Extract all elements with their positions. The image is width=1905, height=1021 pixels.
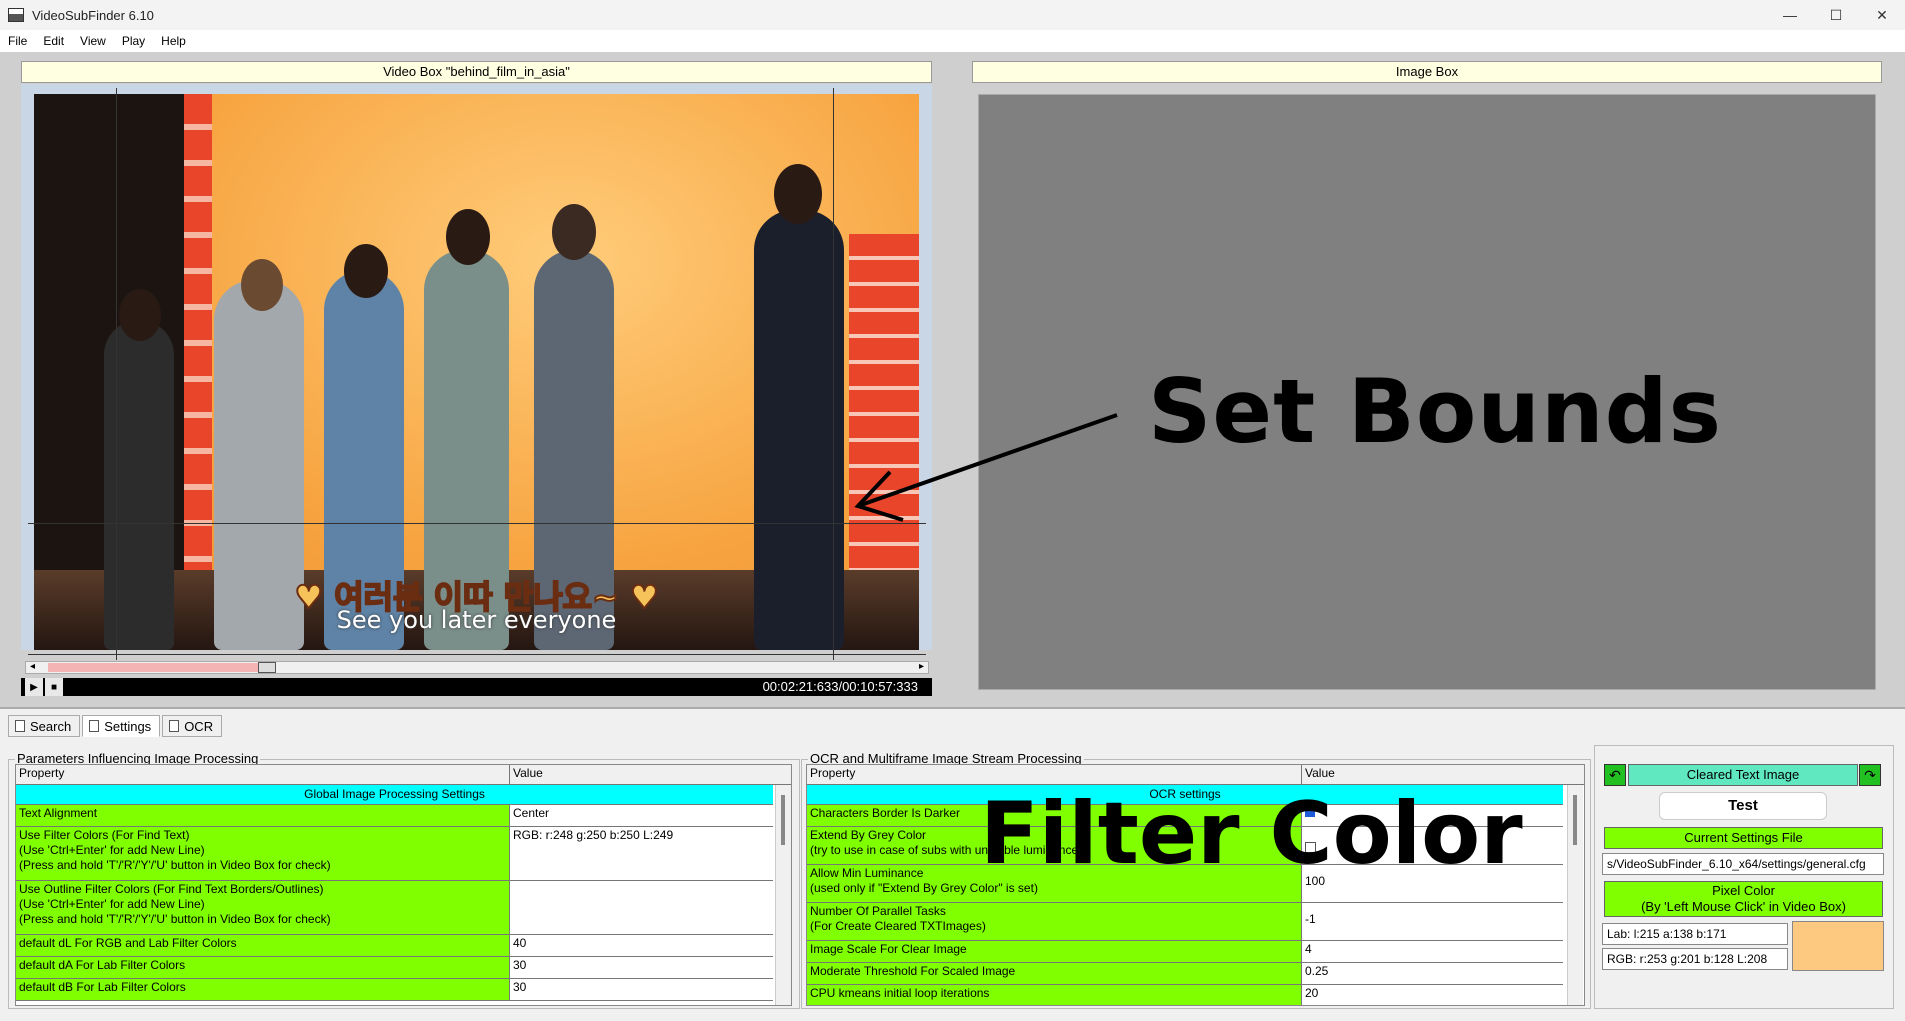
undo-icon[interactable]: ↶ <box>1604 764 1626 786</box>
current-settings-file-label: Current Settings File <box>1604 827 1883 849</box>
property-value[interactable]: Center <box>510 805 773 826</box>
performer-4-head <box>446 209 490 265</box>
close-button[interactable]: ✕ <box>1859 0 1905 30</box>
tab-settings[interactable]: Settings <box>82 715 161 737</box>
stop-icon[interactable]: ■ <box>45 678 63 696</box>
image-box-title: Image Box <box>972 61 1882 83</box>
document-icon <box>89 720 100 732</box>
grid-scroll-thumb[interactable] <box>1573 795 1577 845</box>
document-icon <box>15 720 25 732</box>
grid-header-value: Value <box>510 765 791 784</box>
video-seek-bar[interactable]: ◂ ▸ <box>25 661 929 674</box>
playback-bar: ▶ ■ 00:02:21:633/00:10:57:333 <box>21 678 932 696</box>
filter-colors-value[interactable]: RGB: r:248 g:250 b:250 L:249 <box>510 827 773 880</box>
lab-value-field[interactable]: Lab: l:215 a:138 b:171 <box>1602 923 1788 945</box>
property-value[interactable]: 0.25 <box>1302 963 1563 984</box>
property-value[interactable]: -1 <box>1302 903 1563 940</box>
settings-file-path[interactable]: s/VideoSubFinder_6.10_x64/settings/gener… <box>1602 853 1884 875</box>
maximize-button[interactable]: ☐ <box>1813 0 1859 30</box>
pixel-color-label: Pixel Color (By 'Left Mouse Click' in Vi… <box>1604 881 1883 917</box>
grid-header-property: Property <box>807 765 1302 784</box>
property-value[interactable]: 20 <box>1302 985 1563 1005</box>
tab-ocr-label: OCR <box>184 718 214 734</box>
property-label: default dB For Lab Filter Colors <box>16 979 510 1000</box>
performer-1-head <box>119 289 161 341</box>
minimize-button[interactable]: — <box>1767 0 1813 30</box>
test-button[interactable]: Test <box>1659 792 1827 820</box>
seek-left-arrow-icon[interactable]: ◂ <box>30 661 35 672</box>
seek-progress <box>48 663 258 672</box>
image-processing-grid: Property Value Global Image Processing S… <box>15 764 792 1006</box>
pixel-color-swatch <box>1792 921 1884 971</box>
property-value[interactable]: 40 <box>510 935 773 956</box>
property-label: Number Of Parallel Tasks (For Create Cle… <box>807 903 1302 940</box>
grid-scroll-thumb[interactable] <box>781 795 785 845</box>
performer-6-head <box>774 164 822 224</box>
performer-2-head <box>241 259 283 311</box>
seek-right-arrow-icon[interactable]: ▸ <box>919 661 924 672</box>
outline-filter-colors-value[interactable] <box>510 881 773 934</box>
grid-header-value: Value <box>1302 765 1584 784</box>
bound-right-handle[interactable] <box>833 88 834 660</box>
performer-5-head <box>552 204 596 260</box>
time-display: 00:02:21:633/00:10:57:333 <box>762 679 918 694</box>
cleared-text-image-button[interactable]: Cleared Text Image <box>1628 764 1858 786</box>
rgb-value-field[interactable]: RGB: r:253 g:201 b:128 L:208 <box>1602 948 1788 970</box>
performer-3-head <box>344 244 388 298</box>
tab-ocr[interactable]: OCR <box>162 715 223 737</box>
property-value[interactable]: 4 <box>1302 941 1563 962</box>
property-label: default dL For RGB and Lab Filter Colors <box>16 935 510 956</box>
property-label: default dA For Lab Filter Colors <box>16 957 510 978</box>
filter-color-annotation: Filter Color <box>980 784 1523 884</box>
document-icon <box>169 720 180 732</box>
grid-header-property: Property <box>16 765 510 784</box>
subtitle-english: See you later everyone <box>336 606 617 634</box>
property-label: Moderate Threshold For Scaled Image <box>807 963 1302 984</box>
grid-scrollbar[interactable] <box>775 785 791 1005</box>
seek-thumb[interactable] <box>258 662 276 673</box>
property-label: Text Alignment <box>16 805 510 826</box>
bound-bottom-handle[interactable] <box>28 654 926 655</box>
property-value[interactable]: 30 <box>510 979 773 1000</box>
set-bounds-annotation: Set Bounds <box>1148 360 1722 463</box>
tab-search[interactable]: Search <box>8 715 81 737</box>
redo-icon[interactable]: ↷ <box>1859 764 1881 786</box>
property-label: Use Filter Colors (For Find Text) (Use '… <box>16 827 510 880</box>
grid-scrollbar[interactable] <box>1567 785 1583 1005</box>
tab-search-label: Search <box>30 718 72 734</box>
property-value[interactable]: 30 <box>510 957 773 978</box>
play-icon[interactable]: ▶ <box>25 678 43 696</box>
property-label: CPU kmeans initial loop iterations <box>807 985 1302 1005</box>
section-global-image-processing: Global Image Processing Settings <box>16 785 773 805</box>
bound-top-handle[interactable] <box>28 523 926 524</box>
property-label: Use Outline Filter Colors (For Find Text… <box>16 881 510 934</box>
property-label: Image Scale For Clear Image <box>807 941 1302 962</box>
tab-settings-label: Settings <box>104 718 152 734</box>
